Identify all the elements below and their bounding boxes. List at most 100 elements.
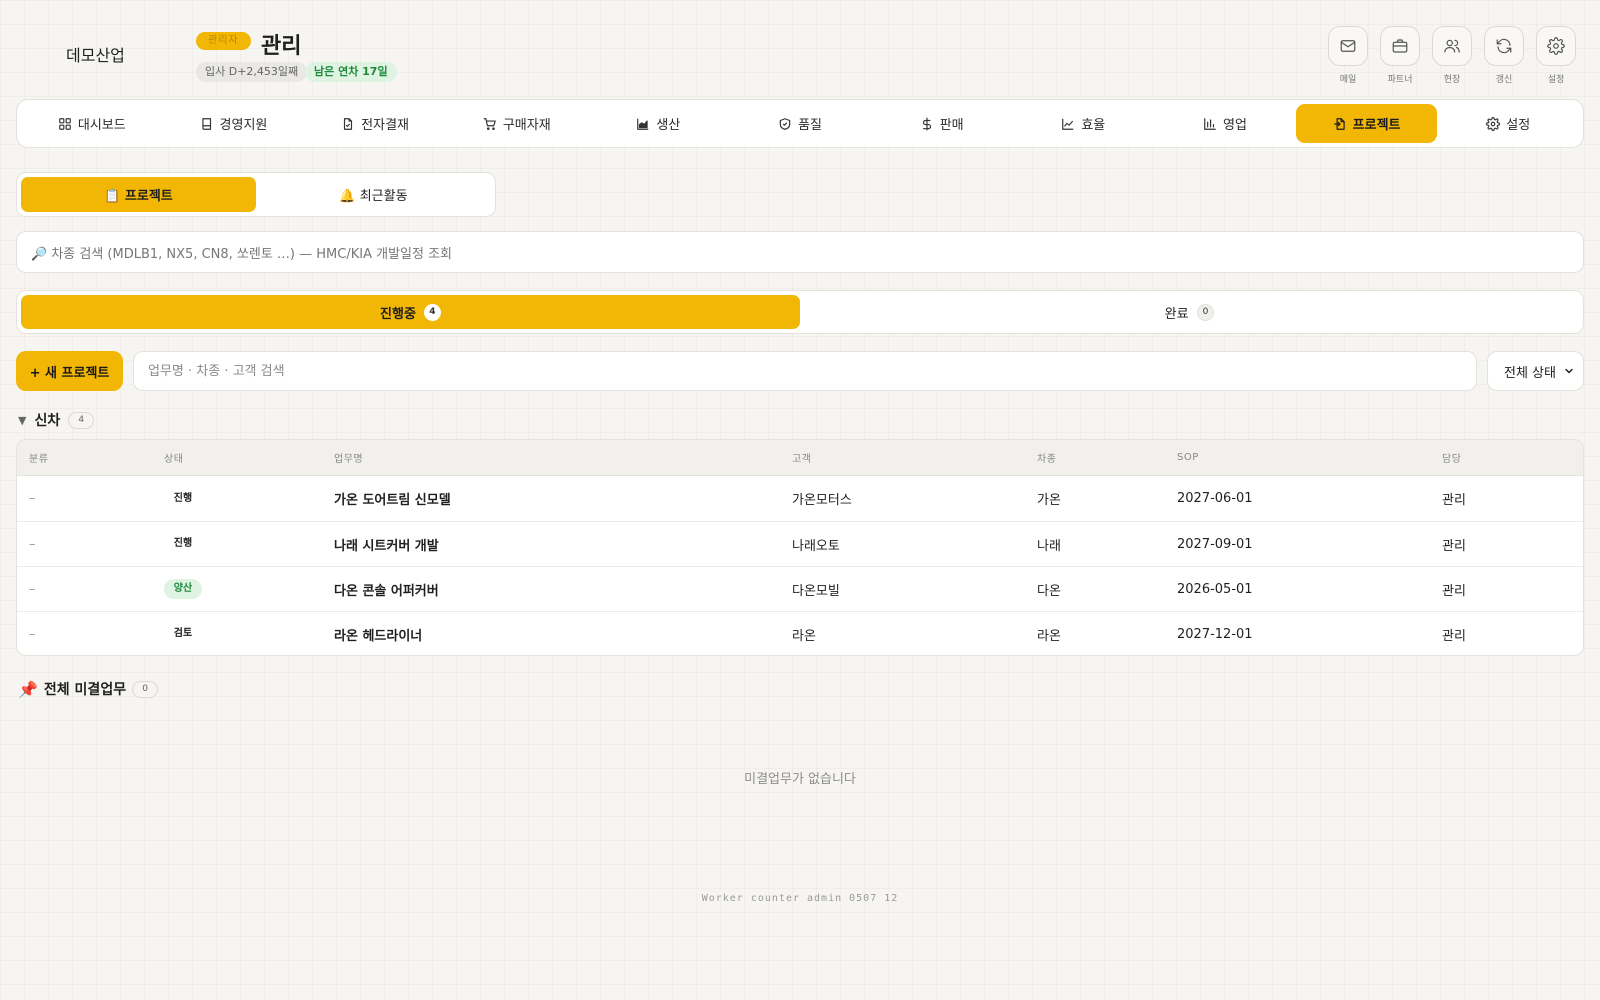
partner-label: 파트너: [1387, 75, 1413, 85]
document-check-icon: [344, 117, 353, 130]
column-header: 담당: [1442, 454, 1462, 465]
users-icon: [1432, 26, 1472, 66]
status-badge: 검토: [173, 628, 193, 639]
project-table: 분류 상태 업무명 고객 차종 SOP 담당 – 진행 가온 도어트림 신모델 …: [16, 439, 1584, 656]
status-cell: 진행: [152, 534, 334, 554]
customer-cell: 다온모빌: [792, 583, 840, 599]
table-row[interactable]: – 양산 다온 콘솔 어퍼커버 다온모빌 다온 2026-05-01 관리: [17, 566, 1583, 611]
category-cell: –: [29, 536, 36, 552]
state-filter-value: 전체 상태: [1504, 365, 1556, 381]
role-badge: 관리자: [196, 32, 251, 50]
site-label: 현장: [1443, 75, 1461, 85]
status-cell: 양산: [152, 579, 334, 599]
company-name: 데모산업: [66, 46, 125, 65]
group-toggle[interactable]: ▼ 신차 4: [18, 410, 95, 430]
nav-management[interactable]: 경영지원: [163, 104, 305, 143]
status-cell: 검토: [152, 624, 334, 644]
sop-cell: 2027-09-01: [1177, 536, 1253, 552]
settings-label: 설정: [1547, 75, 1565, 85]
nav-label: 프로젝트: [1352, 118, 1401, 133]
vehicle-search-input[interactable]: 🔎 차종 검색 (MDLB1, NX5, CN8, 쏘렌토 …) — HMC/K…: [16, 231, 1584, 273]
refresh-button[interactable]: 갱신: [1484, 26, 1524, 85]
column-header: 업무명: [334, 454, 364, 465]
nav-label: 품질: [798, 118, 822, 133]
tab-label: 진행중: [380, 306, 416, 322]
table-row[interactable]: – 진행 나래 시트커버 개발 나래오토 나래 2027-09-01 관리: [17, 521, 1583, 566]
briefcase-icon: [1380, 26, 1420, 66]
column-header: SOP: [1177, 452, 1199, 463]
nav-approval[interactable]: 전자결재: [304, 104, 446, 143]
vehicle-cell: 나래: [1037, 538, 1061, 554]
nav-efficiency[interactable]: 효율: [1012, 104, 1154, 143]
column-header: 차종: [1037, 454, 1057, 465]
new-project-button[interactable]: + 새 프로젝트: [16, 351, 123, 391]
nav-label: 구매자재: [502, 118, 551, 133]
owner-cell: 관리: [1442, 493, 1466, 508]
bar-chart-icon: [1204, 117, 1216, 130]
refresh-label: 갱신: [1495, 75, 1513, 85]
nav-label: 경영지원: [219, 118, 268, 133]
nav-quality[interactable]: 품질: [729, 104, 871, 143]
mail-label: 메일: [1339, 75, 1357, 85]
nav-settings[interactable]: 설정: [1437, 104, 1579, 143]
nav-label: 대시보드: [77, 118, 126, 133]
count-badge: 4: [423, 303, 441, 321]
task-search-input[interactable]: [133, 351, 1477, 391]
vehicle-cell: 라온: [1037, 628, 1061, 644]
footer-note: Worker counter admin 0507 12: [701, 893, 899, 904]
pending-header: 📌 전체 미결업무 0: [18, 679, 159, 699]
nav-project[interactable]: 프로젝트: [1295, 104, 1438, 143]
status-badge: 진행: [173, 492, 193, 504]
nav-purchasing[interactable]: 구매자재: [446, 104, 588, 143]
status-tabs: 진행중 4 완료 0: [16, 290, 1584, 334]
site-button[interactable]: 현장: [1432, 26, 1472, 85]
area-chart-icon: [637, 118, 649, 130]
group-count-badge: 4: [68, 411, 95, 429]
nav-label: 전자결재: [361, 118, 410, 133]
partner-button[interactable]: 파트너: [1380, 26, 1420, 85]
empty-message: 미결업무가 없습니다: [744, 772, 856, 787]
task-name-cell: 다온 콘솔 어퍼커버: [334, 583, 439, 599]
category-cell: –: [29, 491, 36, 506]
book-icon: [201, 117, 211, 130]
settings-button[interactable]: 설정: [1536, 26, 1576, 85]
pending-count-badge: 0: [132, 680, 159, 698]
task-name-cell: 가온 도어트림 신모델: [334, 493, 451, 508]
annual-leave-chip: 남은 연차 17일: [305, 62, 397, 82]
customer-cell: 나래오토: [792, 538, 840, 554]
category-cell: –: [29, 581, 36, 597]
tab-in-progress[interactable]: 진행중 4: [21, 295, 800, 329]
main-nav: 대시보드 경영지원 전자결재 구매자재 생산 품질 판매 효율 영업 프로젝트 …: [16, 99, 1584, 148]
state-filter-select[interactable]: 전체 상태: [1487, 351, 1584, 391]
table-header: 분류 상태 업무명 고객 차종 SOP 담당: [17, 440, 1583, 476]
table-row[interactable]: – 검토 라온 헤드라이너 라온 라온 2027-12-01 관리: [17, 611, 1583, 655]
nav-dashboard[interactable]: 대시보드: [21, 104, 163, 143]
vehicle-cell: 가온: [1037, 493, 1061, 508]
category-cell: –: [29, 626, 36, 642]
mail-button[interactable]: 메일: [1328, 26, 1368, 85]
task-name-cell: 나래 시트커버 개발: [334, 538, 439, 554]
task-name-cell: 라온 헤드라이너: [334, 628, 423, 644]
user-name: 관리: [261, 34, 302, 59]
pin-icon: 📌: [18, 679, 38, 699]
table-row[interactable]: – 진행 가온 도어트림 신모델 가온모터스 가온 2027-06-01 관리: [17, 476, 1583, 521]
tab-completed[interactable]: 완료 0: [800, 295, 1579, 329]
customer-cell: 라온: [792, 628, 816, 644]
owner-cell: 관리: [1442, 538, 1466, 554]
grid-icon: [59, 117, 71, 130]
nav-production[interactable]: 생산: [588, 104, 730, 143]
sop-cell: 2027-06-01: [1177, 491, 1253, 506]
column-header: 고객: [792, 454, 812, 465]
cart-icon: [483, 117, 496, 130]
status-cell: 진행: [152, 489, 334, 509]
tab-recent-activity[interactable]: 🔔 최근활동: [256, 177, 491, 212]
vehicle-search-placeholder: 🔎 차종 검색 (MDLB1, NX5, CN8, 쏘렌토 …) — HMC/K…: [31, 246, 452, 262]
tab-projects[interactable]: 📋 프로젝트: [21, 177, 256, 212]
sop-cell: 2027-12-01: [1177, 626, 1253, 642]
nav-business[interactable]: 영업: [1154, 104, 1296, 143]
nav-label: 효율: [1081, 118, 1106, 133]
owner-cell: 관리: [1442, 583, 1466, 599]
mail-icon: [1328, 26, 1368, 66]
nav-sales[interactable]: 판매: [871, 104, 1013, 143]
project-icon: [1333, 117, 1345, 130]
